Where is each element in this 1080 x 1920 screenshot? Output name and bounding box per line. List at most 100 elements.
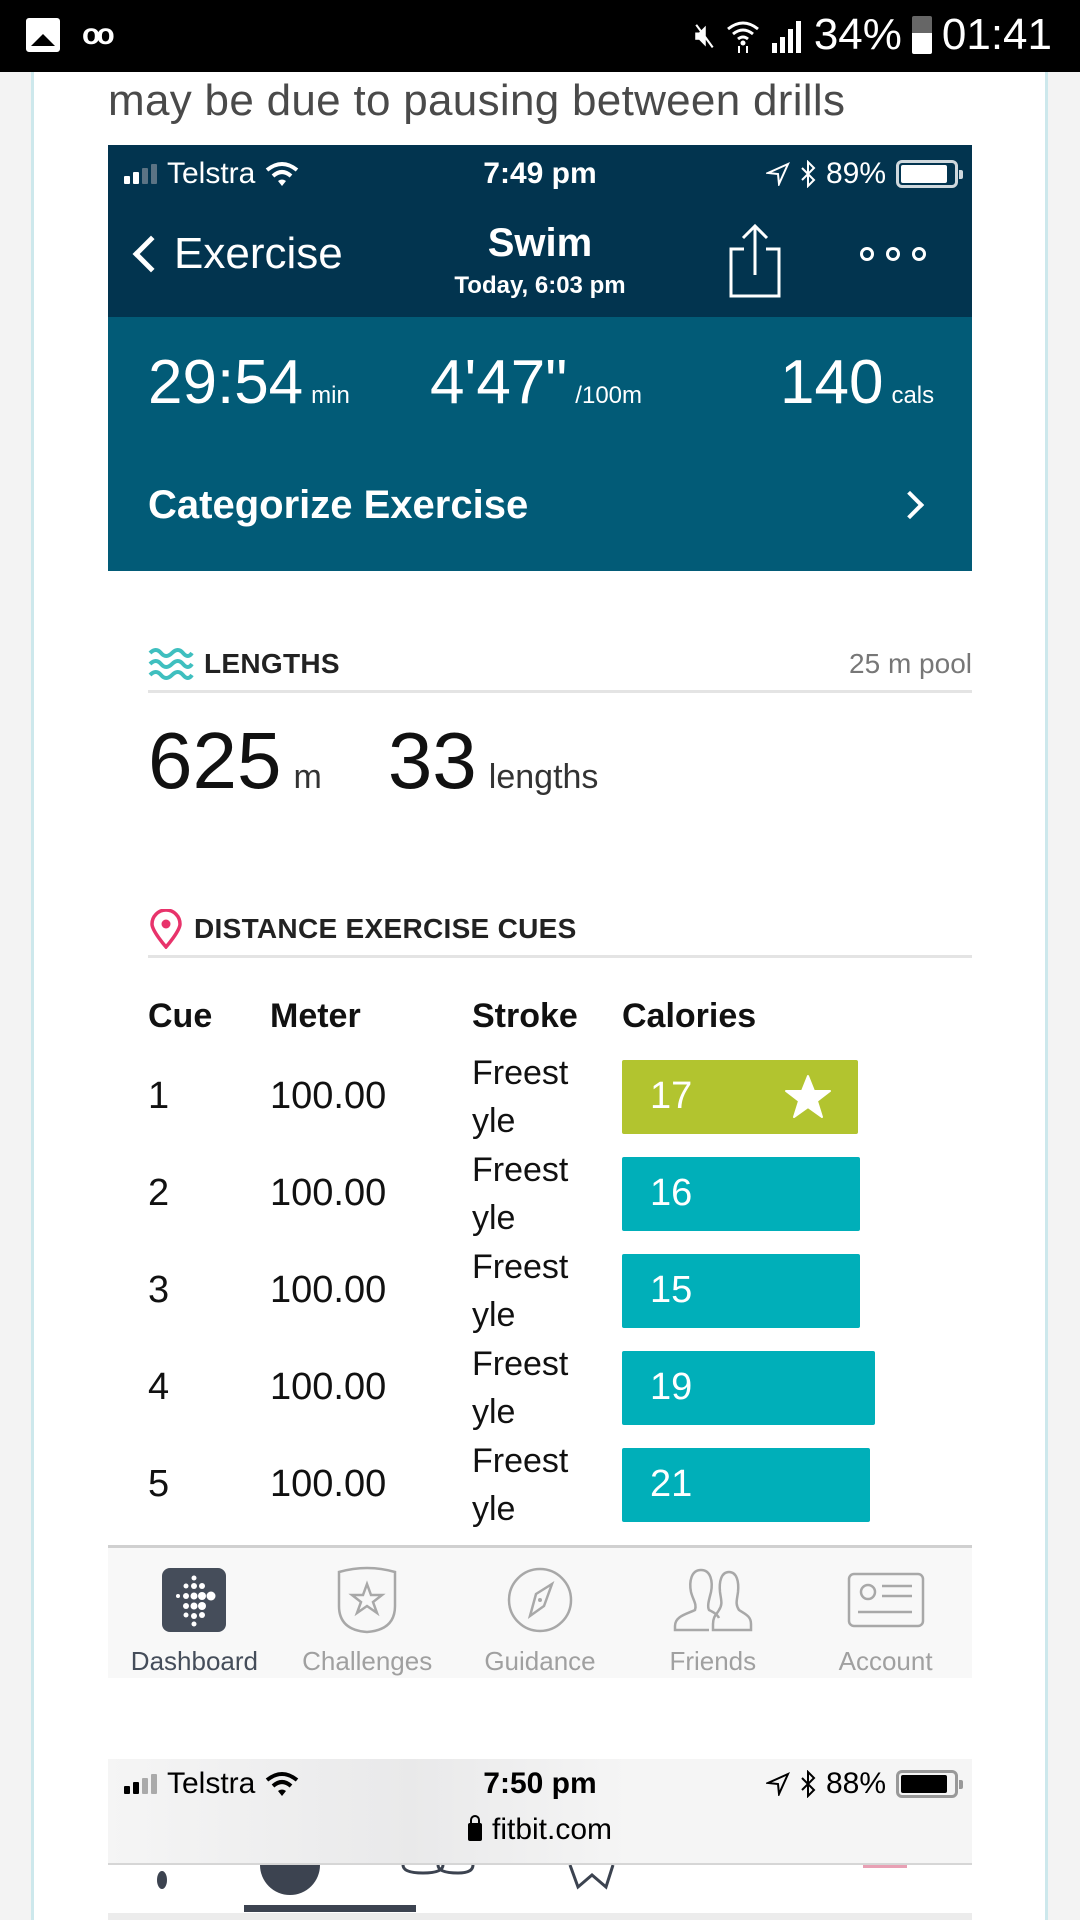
page-title: Swim	[487, 221, 593, 265]
location-arrow-icon	[765, 162, 790, 186]
cue-meter: 100.00	[270, 1366, 387, 1408]
cue-stroke: Freest yle	[472, 1441, 569, 1528]
mute-vibrate-icon: 🔇︎	[694, 15, 716, 54]
calories-bar: 21	[622, 1447, 870, 1522]
col-header-meter: Meter	[270, 996, 361, 1035]
col-header-stroke: Stroke	[472, 996, 578, 1035]
bluetooth-icon	[801, 160, 816, 188]
ios-status-bar: Telstra 7:49 pm 89%	[108, 145, 972, 207]
cue-number: 4	[148, 1366, 170, 1408]
cue-row: 1 100.00 Freest yle 17	[148, 1048, 922, 1145]
cue-number: 2	[148, 1172, 170, 1214]
ios-battery-percent: 88%	[825, 1767, 886, 1800]
id-card-icon	[847, 1572, 924, 1628]
ios-status-bar: Telstra 7:50 pm 88% fitbit.com	[108, 1759, 972, 1865]
categorize-exercise-button[interactable]: Categorize Exercise	[108, 465, 972, 545]
cue-calories-cell: 19	[622, 1339, 922, 1436]
nav-bar: Exercise Swim Today, 6:03 pm	[108, 207, 972, 317]
battery-icon	[896, 160, 963, 188]
tab-friends[interactable]: Friends	[626, 1548, 799, 1678]
pace-stat: 4'47" /100m	[430, 348, 642, 417]
wifi-icon	[726, 21, 759, 53]
calories-value: 17	[650, 1075, 693, 1117]
android-status-bar: oo 🔇︎ 34% 01:41	[0, 0, 1080, 72]
friends-icon	[673, 1568, 753, 1632]
url-text: fitbit.com	[491, 1813, 613, 1846]
gallery-icon	[26, 18, 60, 52]
post-caption: may be due to pausing between drills	[108, 76, 846, 125]
pool-size: 25 m pool	[849, 647, 972, 679]
page-subtitle: Today, 6:03 pm	[454, 272, 626, 299]
cell-signal-icon	[771, 21, 801, 53]
location-pin-icon	[150, 908, 182, 949]
col-header-calories: Calories	[622, 996, 757, 1035]
distance-value: 625	[148, 716, 282, 805]
more-options-button[interactable]	[860, 247, 926, 261]
voicemail-icon: oo	[82, 18, 115, 51]
star-icon	[785, 1074, 831, 1118]
cue-stroke: Freest yle	[472, 1344, 569, 1431]
best-calories-bar: 17	[622, 1059, 858, 1134]
calories-value: 21	[650, 1463, 693, 1505]
cue-number: 1	[148, 1075, 170, 1117]
tab-guidance[interactable]: Guidance	[454, 1548, 627, 1678]
cue-stroke: Freest yle	[472, 1247, 569, 1334]
cue-number: 5	[148, 1463, 170, 1505]
cue-stroke: Freest yle	[472, 1150, 569, 1237]
cues-table: Cue Meter Stroke Calories 1 100.00 Freest y…	[148, 984, 922, 1533]
tab-account[interactable]: Account	[799, 1548, 972, 1678]
calories-bar: 16	[622, 1156, 860, 1231]
waves-icon	[148, 647, 194, 680]
duration-stat: 29:54 min	[148, 348, 350, 417]
distance-cues-section: DISTANCE EXERCISE CUES Cue Meter Stroke …	[148, 902, 972, 1533]
calories-stat: 140 cals	[780, 348, 935, 417]
chevron-right-icon	[895, 490, 925, 520]
share-icon[interactable]	[728, 223, 782, 299]
tab-dashboard[interactable]: Dashboard	[108, 1548, 281, 1678]
partial-tab-icons	[108, 1865, 972, 1920]
col-header-cue: Cue	[148, 996, 213, 1035]
calories-bar: 15	[622, 1253, 860, 1328]
cue-row: 5 100.00 Freest yle 21	[148, 1436, 922, 1533]
calories-value: 16	[650, 1172, 693, 1214]
bottom-tab-bar: Dashboard Challenges Guidance Friends Ac…	[108, 1545, 972, 1678]
cue-calories-cell: 16	[622, 1145, 922, 1242]
ios-battery-percent: 89%	[825, 157, 886, 190]
url-bar[interactable]: fitbit.com	[108, 1813, 972, 1847]
compass-icon	[507, 1567, 573, 1633]
lengths-value: 33	[387, 716, 477, 805]
clock: 01:41	[941, 10, 1052, 59]
battery-percent: 34%	[813, 10, 902, 59]
cue-calories-cell: 17	[622, 1048, 922, 1145]
section-title: LENGTHS	[204, 647, 340, 679]
lengths-section: LENGTHS 25 m pool 625 m 33 lengths	[148, 637, 972, 807]
lock-icon	[467, 1815, 482, 1841]
battery-icon	[896, 1770, 963, 1798]
cue-row: 4 100.00 Freest yle 19	[148, 1339, 922, 1436]
cue-row: 2 100.00 Freest yle 16	[148, 1145, 922, 1242]
battery-icon	[911, 16, 932, 54]
tab-challenges[interactable]: Challenges	[281, 1548, 454, 1678]
fitbit-screenshot-2: Telstra 7:50 pm 88% fitbit.com	[108, 1759, 972, 1920]
exercise-summary: 29:54 min 4'47" /100m 140 cals Categoriz…	[108, 317, 972, 571]
calories-value: 19	[650, 1366, 693, 1408]
cue-number: 3	[148, 1269, 170, 1311]
cue-meter: 100.00	[270, 1075, 387, 1117]
calories-bar: 19	[622, 1350, 875, 1425]
cue-meter: 100.00	[270, 1172, 387, 1214]
cue-calories-cell: 21	[622, 1436, 922, 1533]
cue-calories-cell: 15	[622, 1242, 922, 1339]
bluetooth-icon	[801, 1770, 816, 1798]
cue-row: 3 100.00 Freest yle 15	[148, 1242, 922, 1339]
fitbit-logo-icon	[162, 1568, 227, 1632]
calories-value: 15	[650, 1269, 693, 1311]
cue-stroke: Freest yle	[472, 1053, 569, 1140]
distance-unit: m	[293, 758, 322, 796]
section-title: DISTANCE EXERCISE CUES	[194, 912, 577, 944]
lengths-unit: lengths	[488, 758, 599, 796]
cue-meter: 100.00	[270, 1269, 387, 1311]
fitbit-screenshot: Telstra 7:49 pm 89% Exercise Swim Today,…	[108, 145, 972, 571]
badge-star-icon	[337, 1566, 397, 1634]
location-arrow-icon	[765, 1772, 790, 1796]
cue-meter: 100.00	[270, 1463, 387, 1505]
